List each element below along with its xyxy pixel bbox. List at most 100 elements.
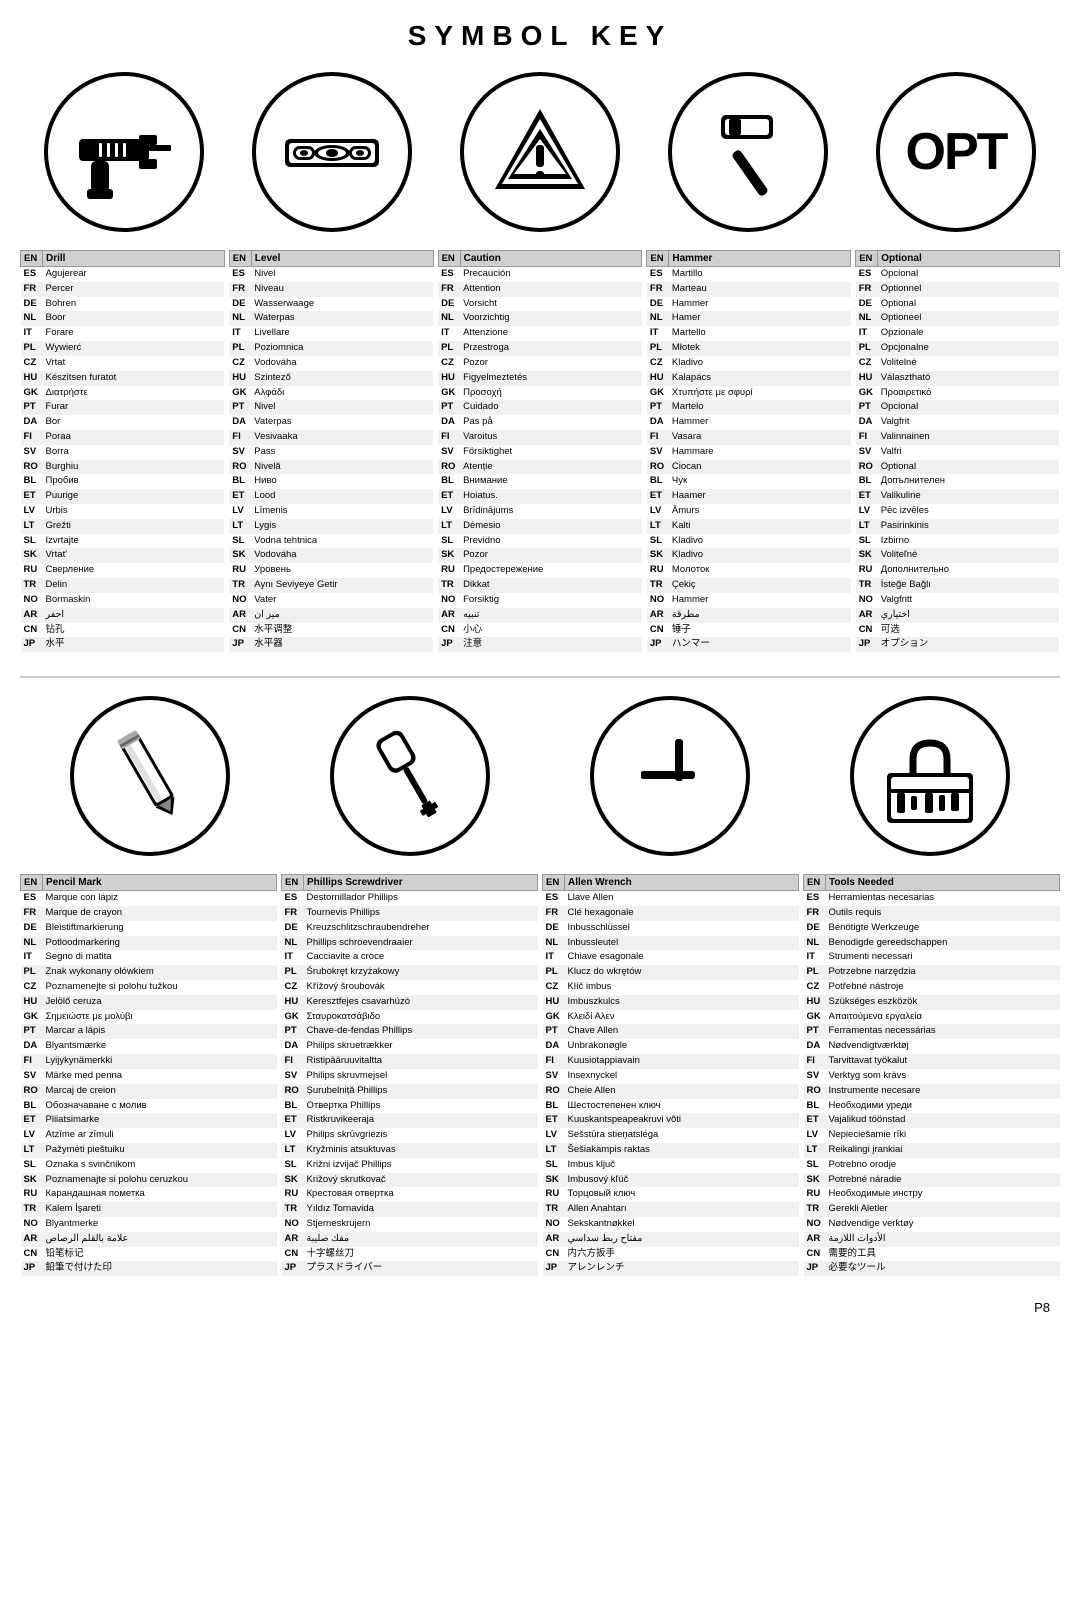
table-row: BLДопълнителен [856, 474, 1060, 489]
lang-code: IT [647, 326, 669, 341]
term: İsteğe Bağlı [878, 578, 1060, 593]
lang-code: HU [856, 371, 878, 386]
table-row: ETLood [229, 489, 433, 504]
term: Vater [251, 593, 433, 608]
lang-code: CN [804, 1247, 826, 1262]
table-row: FIKuusiotappiavain [543, 1054, 799, 1069]
term: Χτυπήστε με σφυρί [669, 386, 851, 401]
term: Śrubokręt krzyżakowy [304, 965, 538, 980]
lang-code: NL [21, 311, 43, 326]
lang-code: PT [804, 1024, 826, 1039]
table-row: SVHammare [647, 445, 851, 460]
term: Attenzione [460, 326, 642, 341]
lang-code: TR [543, 1202, 565, 1217]
lang-code: SL [282, 1158, 304, 1173]
term: Nivel [251, 267, 433, 282]
table-row: HUSzintező [229, 371, 433, 386]
table-row: RUДополнительно [856, 563, 1060, 578]
level-header-term: Level [251, 251, 433, 267]
table-row: RUМолоток [647, 563, 851, 578]
term: Marteau [669, 282, 851, 297]
lang-code: IT [543, 950, 565, 965]
term: اختياري [878, 608, 1060, 623]
table-row: SVPhilips skruvmejsel [282, 1069, 538, 1084]
lang-code: FI [229, 430, 251, 445]
term: Kalapács [669, 371, 851, 386]
table-row: HUKészitsen furatot [21, 371, 225, 386]
table-row: ARمفك صليبة [282, 1232, 538, 1247]
table-row: NLVoorzichtig [438, 311, 642, 326]
term: Opcional [878, 267, 1060, 282]
term: Opcjonalne [878, 341, 1060, 356]
term: Imbusový kľúč [565, 1173, 799, 1188]
hammer-header-en: EN [647, 251, 669, 267]
table-row: CN需要的工具 [804, 1247, 1060, 1262]
lang-code: NO [21, 593, 43, 608]
lang-code: RO [543, 1084, 565, 1099]
lang-code: SK [804, 1173, 826, 1188]
term: Philips skruetrækker [304, 1039, 538, 1054]
lang-code: DA [21, 415, 43, 430]
table-row: SLIzbirno [856, 534, 1060, 549]
lang-code: RU [21, 1187, 43, 1202]
term: Stjerneskrujern [304, 1217, 538, 1232]
term: ハンマー [669, 637, 851, 652]
lang-code: PL [21, 965, 43, 980]
lang-code: ES [647, 267, 669, 282]
lang-code: SK [21, 548, 43, 563]
table-row: SLVodna tehtnica [229, 534, 433, 549]
lang-code: ET [804, 1113, 826, 1128]
lang-code: PL [856, 341, 878, 356]
phillips-screwdriver-icon [330, 696, 490, 856]
lang-code: DE [282, 921, 304, 936]
lang-code: CZ [282, 980, 304, 995]
term: Agujerear [43, 267, 225, 282]
lang-code: LT [647, 519, 669, 534]
term: Διατρήστε [43, 386, 225, 401]
lang-code: FI [804, 1054, 826, 1069]
term: Chave Allen [565, 1024, 799, 1039]
lang-code: LV [543, 1128, 565, 1143]
term: Segno di matita [43, 950, 277, 965]
lang-code: FI [282, 1054, 304, 1069]
table-row: GKΑλφάδι [229, 386, 433, 401]
lang-code: GK [21, 1010, 43, 1025]
table-row: CZKlíč imbus [543, 980, 799, 995]
lang-code: RO [438, 460, 460, 475]
lang-code: ET [856, 489, 878, 504]
term: Phillips schroevendraaier [304, 936, 538, 951]
table-row: ARمطرقة [647, 608, 851, 623]
term: Cheie Allen [565, 1084, 799, 1099]
lang-code: DE [647, 297, 669, 312]
table-row: FRNiveau [229, 282, 433, 297]
term: 锤子 [669, 623, 851, 638]
term: Benodigde gereedschappen [826, 936, 1060, 951]
table-row: NONødvendige verktøy [804, 1217, 1060, 1232]
table-row: HUImbuszkulcs [543, 995, 799, 1010]
term: Kalem İşareti [43, 1202, 277, 1217]
table-row: SKPozor [438, 548, 642, 563]
table-row: JPハンマー [647, 637, 851, 652]
lang-code: NO [543, 1217, 565, 1232]
table-row: PTFurar [21, 400, 225, 415]
table-row: FRMarque de crayon [21, 906, 277, 921]
lang-code: SV [856, 445, 878, 460]
term: Szükséges eszközök [826, 995, 1060, 1010]
table-row: SKImbusový kľúč [543, 1173, 799, 1188]
term: Optional [878, 460, 1060, 475]
table-row: FRAttention [438, 282, 642, 297]
table-row: PLOpcjonalne [856, 341, 1060, 356]
table-row: SLOznaka s svinčnikom [21, 1158, 277, 1173]
table-row: ITMartello [647, 326, 851, 341]
lang-code: LT [282, 1143, 304, 1158]
table-row: NOHammer [647, 593, 851, 608]
lang-code: BL [647, 474, 669, 489]
table-row: BLШестостепенен ключ [543, 1099, 799, 1114]
table-row: GKΧτυπήστε με σφυρί [647, 386, 851, 401]
term: Martelo [669, 400, 851, 415]
table-row: TRKalem İşareti [21, 1202, 277, 1217]
table-row: FITarvittavat työkalut [804, 1054, 1060, 1069]
lang-code: IT [21, 326, 43, 341]
term: Készitsen furatot [43, 371, 225, 386]
lang-code: LT [804, 1143, 826, 1158]
